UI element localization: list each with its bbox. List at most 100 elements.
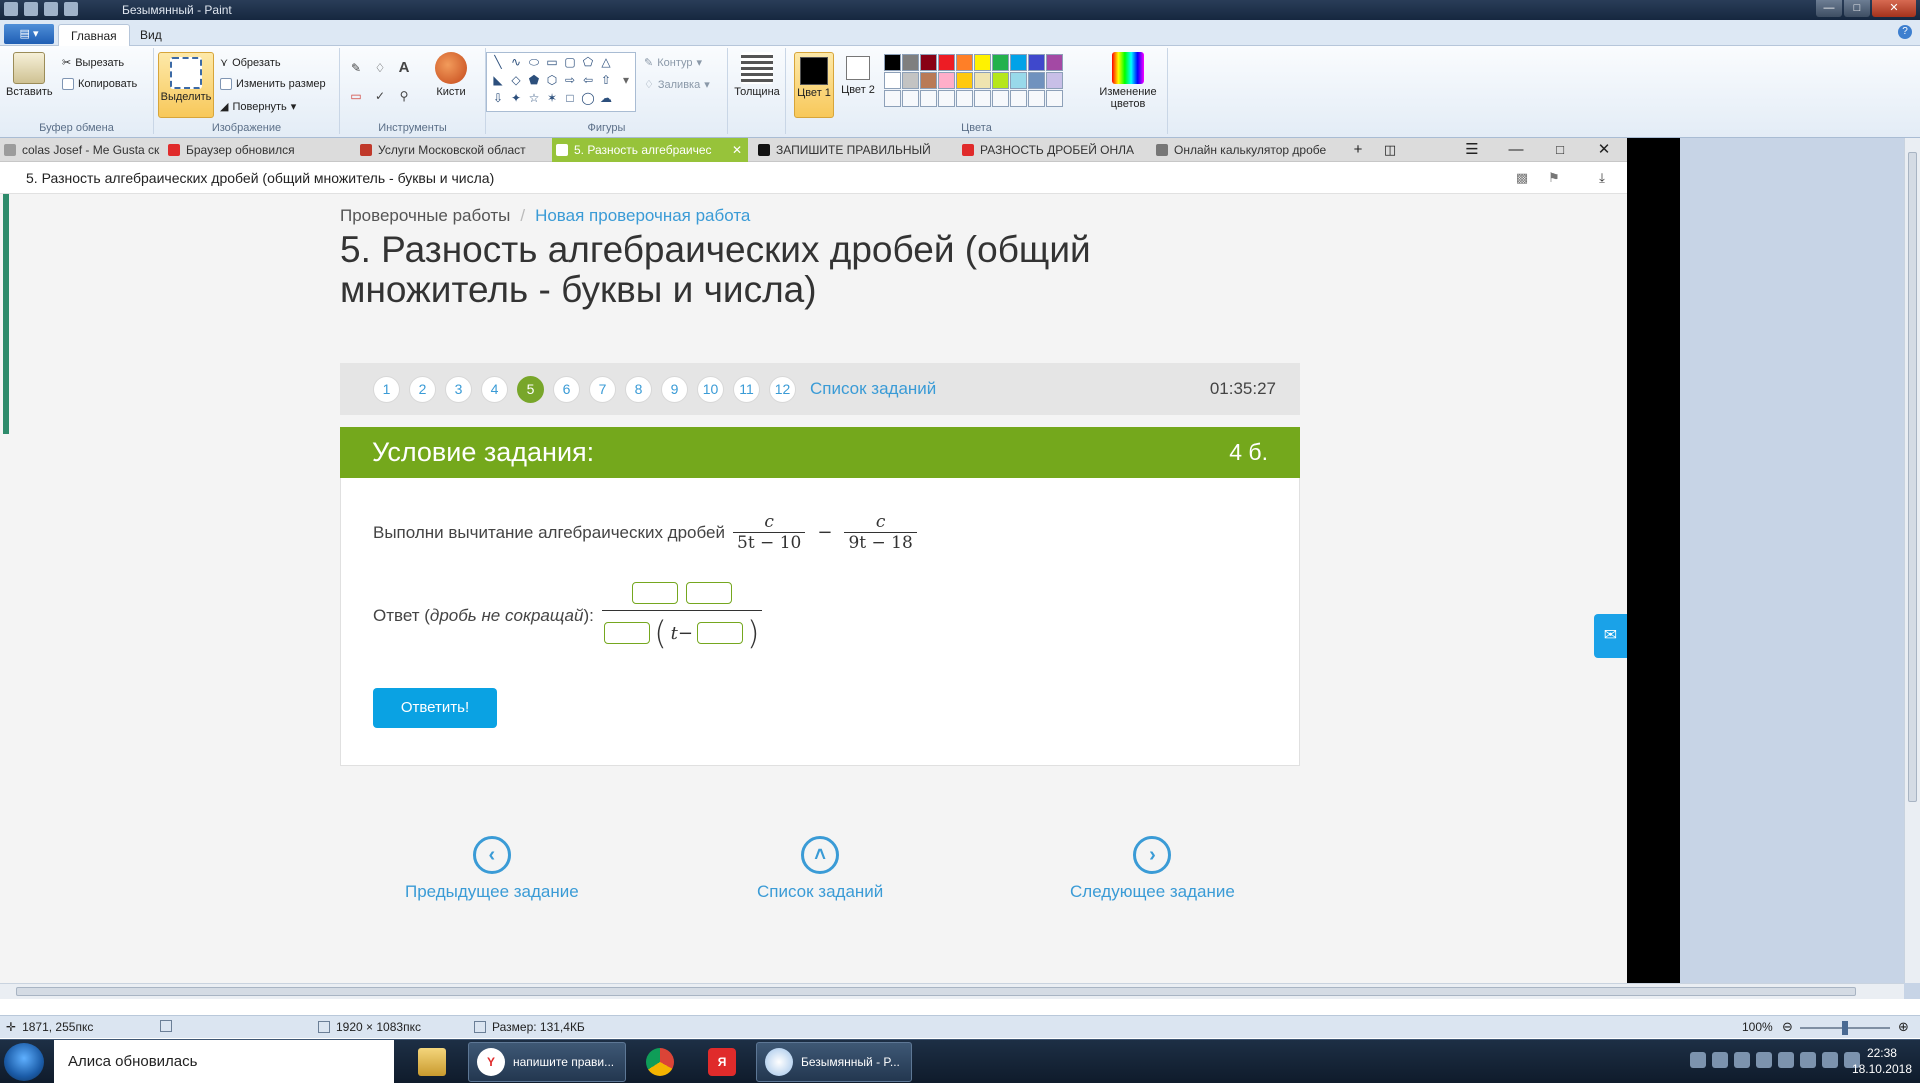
shapes-gallery[interactable]: ╲ ∿ ⬭ ▭ ▢ ⬠ △ ◣ ◇ ⬟ ⬡ ⇨ ⇦ ⇧ ⇩ ✦ ☆ ✶ □ ◯ … bbox=[486, 52, 636, 112]
download-icon[interactable]: ⤓ bbox=[1594, 170, 1610, 186]
browser-tab[interactable]: Браузер обновился bbox=[164, 138, 350, 162]
paint-app-icon[interactable] bbox=[4, 2, 18, 16]
browser-close-icon[interactable]: ✕ bbox=[1594, 138, 1614, 162]
minimize-button[interactable]: — bbox=[1816, 0, 1842, 17]
pentagon-shape-icon[interactable]: ⬟ bbox=[525, 73, 543, 87]
fill-button[interactable]: ♢ Заливка ▾ bbox=[644, 78, 710, 92]
color-swatch[interactable] bbox=[1046, 54, 1063, 71]
custom-color-slot[interactable] bbox=[1046, 90, 1063, 107]
star5-shape-icon[interactable]: ☆ bbox=[525, 91, 543, 105]
color-swatch[interactable] bbox=[902, 54, 919, 71]
vertical-scroll-thumb[interactable] bbox=[1908, 152, 1917, 802]
tray-icon-4[interactable] bbox=[1756, 1052, 1772, 1068]
denominator-input-2[interactable] bbox=[697, 622, 743, 644]
star4-shape-icon[interactable]: ✦ bbox=[507, 91, 525, 105]
lock-icon[interactable]: ▩ bbox=[1514, 170, 1530, 186]
callout-oval-shape-icon[interactable]: ◯ bbox=[579, 91, 597, 105]
select-button[interactable]: Выделить bbox=[158, 52, 214, 118]
triangle-shape-icon[interactable]: △ bbox=[597, 55, 615, 69]
zoom-slider-thumb[interactable] bbox=[1842, 1021, 1848, 1035]
color-swatch[interactable] bbox=[920, 72, 937, 89]
tray-icon-2[interactable] bbox=[1712, 1052, 1728, 1068]
tab-manager-icon[interactable]: ◫ bbox=[1380, 138, 1400, 162]
browser-maximize-icon[interactable]: □ bbox=[1550, 138, 1570, 162]
cut-button[interactable]: ✂ Вырезать bbox=[62, 56, 124, 70]
rounded-rect-shape-icon[interactable]: ▢ bbox=[561, 55, 579, 69]
question-number-8[interactable]: 8 bbox=[625, 376, 652, 403]
callout-rect-shape-icon[interactable]: □ bbox=[561, 91, 579, 105]
oval-shape-icon[interactable]: ⬭ bbox=[525, 55, 543, 70]
submit-button[interactable]: Ответить! bbox=[373, 688, 497, 728]
bookmark-icon[interactable]: ⚑ bbox=[1546, 170, 1562, 186]
question-number-10[interactable]: 10 bbox=[697, 376, 724, 403]
color-swatch[interactable] bbox=[920, 54, 937, 71]
next-task-link[interactable]: › Следующее задание bbox=[1070, 836, 1235, 902]
color1-button[interactable]: Цвет 1 bbox=[794, 52, 834, 118]
task-list-link[interactable]: Список заданий bbox=[810, 379, 936, 399]
crop-button[interactable]: ⋎ Обрезать bbox=[220, 56, 281, 70]
rotate-button[interactable]: ◢ Повернуть ▾ bbox=[220, 100, 296, 114]
breadcrumb-root[interactable]: Проверочные работы bbox=[340, 206, 510, 225]
color2-button[interactable]: Цвет 2 bbox=[838, 56, 878, 96]
browser-address-bar[interactable]: 5. Разность алгебраических дробей (общий… bbox=[0, 162, 1627, 194]
question-number-6[interactable]: 6 bbox=[553, 376, 580, 403]
outline-button[interactable]: ✎ Контур ▾ bbox=[644, 56, 702, 70]
browser-tab[interactable]: ЗАПИШИТЕ ПРАВИЛЬНЫЙ bbox=[754, 138, 952, 162]
numerator-input-2[interactable] bbox=[685, 582, 732, 604]
tray-icon-6[interactable] bbox=[1800, 1052, 1816, 1068]
question-number-3[interactable]: 3 bbox=[445, 376, 472, 403]
task-list-bottom-link[interactable]: ˄ Список заданий bbox=[757, 836, 883, 902]
arrow-down-shape-icon[interactable]: ⇩ bbox=[489, 91, 507, 105]
zoom-out-icon[interactable]: ⊖ bbox=[1782, 1019, 1793, 1035]
question-number-1[interactable]: 1 bbox=[373, 376, 400, 403]
color-swatch[interactable] bbox=[956, 72, 973, 89]
taskbar-yandex[interactable]: Я bbox=[700, 1042, 744, 1082]
prev-task-link[interactable]: ‹ Предыдущее задание bbox=[405, 836, 579, 902]
custom-color-slot[interactable] bbox=[902, 90, 919, 107]
size-button[interactable]: Толщина bbox=[732, 52, 782, 98]
undo-icon[interactable] bbox=[44, 2, 58, 16]
color-swatch[interactable] bbox=[884, 54, 901, 71]
question-number-9[interactable]: 9 bbox=[661, 376, 688, 403]
zoom-in-icon[interactable]: ⊕ bbox=[1898, 1019, 1909, 1035]
custom-color-slot[interactable] bbox=[920, 90, 937, 107]
color-swatch[interactable] bbox=[1010, 54, 1027, 71]
alice-search-box[interactable]: Алиса обновилась bbox=[54, 1040, 394, 1084]
fill-bucket-icon[interactable]: ♢ bbox=[370, 58, 390, 78]
custom-color-slot[interactable] bbox=[1028, 90, 1045, 107]
taskbar-yandex-window[interactable]: Y напишите прави... bbox=[468, 1042, 626, 1082]
arrow-left-shape-icon[interactable]: ⇦ bbox=[579, 73, 597, 87]
tray-icon-1[interactable] bbox=[1690, 1052, 1706, 1068]
paint-canvas[interactable]: + ◫ ☰ — □ ✕ colas Josef - Me Gusta ск Бра… bbox=[0, 138, 1680, 995]
taskbar-chrome[interactable] bbox=[638, 1042, 682, 1082]
close-tab-icon[interactable]: ✕ bbox=[732, 138, 742, 162]
horizontal-scrollbar[interactable] bbox=[0, 983, 1904, 999]
custom-color-slot[interactable] bbox=[974, 90, 991, 107]
question-number-7[interactable]: 7 bbox=[589, 376, 616, 403]
browser-tab[interactable]: Онлайн калькулятор дробе bbox=[1152, 138, 1342, 162]
tab-home[interactable]: Главная bbox=[58, 24, 130, 46]
browser-tab[interactable]: colas Josef - Me Gusta ск bbox=[0, 138, 160, 162]
custom-color-slot[interactable] bbox=[956, 90, 973, 107]
question-number-12[interactable]: 12 bbox=[769, 376, 796, 403]
start-button[interactable] bbox=[4, 1043, 44, 1081]
color-swatch[interactable] bbox=[938, 72, 955, 89]
new-tab-icon[interactable]: + bbox=[1348, 138, 1368, 162]
callout-cloud-shape-icon[interactable]: ☁ bbox=[597, 91, 615, 105]
curve-shape-icon[interactable]: ∿ bbox=[507, 55, 525, 69]
tray-icon-3[interactable] bbox=[1734, 1052, 1750, 1068]
browser-tab[interactable]: 5. Разность алгебраичес ✕ bbox=[552, 138, 748, 162]
line-shape-icon[interactable]: ╲ bbox=[489, 55, 507, 69]
copy-button[interactable]: Копировать bbox=[62, 78, 137, 90]
horizontal-scroll-thumb[interactable] bbox=[16, 987, 1856, 996]
custom-color-slot[interactable] bbox=[938, 90, 955, 107]
pencil-icon[interactable]: ✎ bbox=[346, 58, 366, 78]
tab-view[interactable]: Вид bbox=[128, 24, 174, 46]
color-swatch[interactable] bbox=[974, 72, 991, 89]
rectangle-shape-icon[interactable]: ▭ bbox=[543, 55, 561, 69]
right-triangle-shape-icon[interactable]: ◣ bbox=[489, 73, 507, 87]
network-icon[interactable] bbox=[1822, 1052, 1838, 1068]
paste-button[interactable]: Вставить bbox=[6, 52, 53, 98]
resize-button[interactable]: Изменить размер bbox=[220, 78, 326, 90]
diamond-shape-icon[interactable]: ◇ bbox=[507, 73, 525, 87]
